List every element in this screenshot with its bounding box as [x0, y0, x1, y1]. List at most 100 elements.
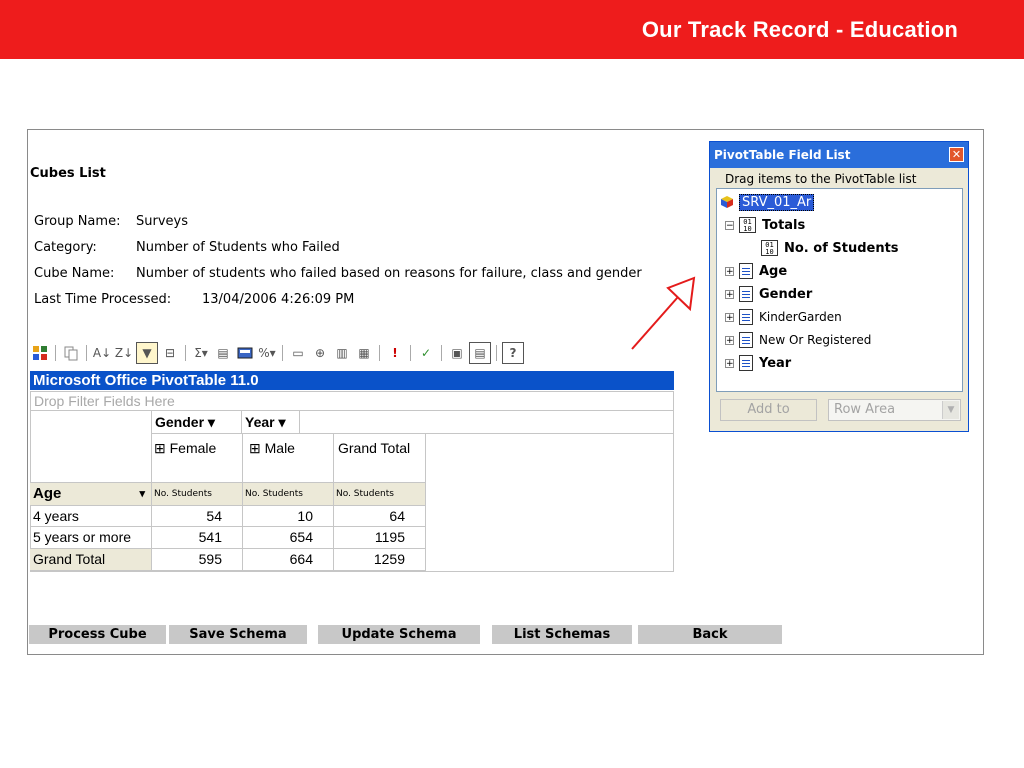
field-list-icon[interactable]: ▤ [469, 342, 491, 364]
show-top-bottom-icon[interactable]: ⊟ [160, 343, 180, 363]
commands-options-icon[interactable]: ▣ [447, 343, 467, 363]
group-label: Group Name: [34, 214, 121, 229]
age-field-label: Age [33, 485, 62, 502]
field-label-kindergarden: KinderGarden [759, 310, 842, 324]
expand-icon[interactable]: + [725, 289, 734, 299]
category-label: Category: [34, 240, 97, 255]
back-button[interactable]: Back [638, 625, 782, 644]
field-icon [739, 263, 753, 279]
help-icon[interactable]: ? [502, 342, 524, 364]
grand-total-cell: 595 [152, 549, 243, 571]
measure-header-male: No. Students [243, 483, 334, 506]
totals-label: Totals [762, 217, 806, 233]
field-label-year: Year [759, 355, 792, 371]
year-field-button[interactable]: Year ▾ [242, 411, 300, 434]
row-label[interactable]: 4 years [30, 506, 152, 527]
category-value: Number of Students who Failed [136, 240, 340, 255]
office-logo-icon[interactable] [30, 343, 50, 363]
processed-row: Last Time Processed: 13/04/2006 4:26:09 P… [34, 292, 354, 307]
field-list-hint: Drag items to the PivotTable list [725, 172, 917, 186]
category-row: Category: Number of Students who Failed [34, 240, 340, 255]
field-node-year[interactable]: + Year [725, 354, 791, 372]
measure-node[interactable]: 01 10 No. of Students [761, 239, 899, 257]
toolbar-separator [441, 345, 442, 361]
chevron-down-icon[interactable]: ▼ [942, 401, 959, 419]
cube-node[interactable]: SRV_01_Ar [720, 193, 815, 211]
show-details-icon[interactable]: ▦ [354, 343, 374, 363]
hide-details-icon[interactable]: ▥ [332, 343, 352, 363]
measure-icon: 01 10 [761, 240, 778, 256]
measure-header-female: No. Students [152, 483, 243, 506]
field-list-window: PivotTable Field List ✕ Drag items to th… [709, 141, 969, 432]
data-cell: 64 [334, 506, 426, 527]
column-drop-area [300, 411, 674, 434]
refresh-icon[interactable]: ! [385, 343, 405, 363]
copy-icon[interactable] [61, 343, 81, 363]
field-icon [739, 355, 753, 371]
toolbar-separator [86, 345, 87, 361]
collapse-icon[interactable]: ▭ [288, 343, 308, 363]
sort-descending-icon[interactable]: Z↓ [114, 343, 134, 363]
toolbar-separator [282, 345, 283, 361]
measure-header-total: No. Students [334, 483, 426, 506]
area-select[interactable]: Row Area ▼ [828, 399, 961, 421]
cube-icon [721, 196, 733, 208]
export-excel-icon[interactable]: ✓ [416, 343, 436, 363]
field-node-gender[interactable]: + Gender [725, 285, 812, 303]
expand-icon[interactable]: + [725, 335, 734, 345]
data-cell: 10 [243, 506, 334, 527]
expand-icon[interactable]: ⊕ [310, 343, 330, 363]
show-as-icon[interactable]: %▾ [257, 343, 277, 363]
field-icon [739, 332, 753, 348]
toolbar-separator [379, 345, 380, 361]
close-icon[interactable]: ✕ [949, 147, 964, 162]
subtotal-icon[interactable]: ▤ [213, 343, 233, 363]
field-node-age[interactable]: + Age [725, 262, 787, 280]
add-to-button[interactable]: Add to [720, 399, 817, 421]
autofilter-icon[interactable]: ▼ [136, 342, 158, 364]
pivot-toolbar: A↓ Z↓ ▼ ⊟ Σ▾ ▤ %▾ ▭ ⊕ ▥ ▦ ! ✓ ▣ ▤ ? [30, 341, 675, 365]
toolbar-separator [185, 345, 186, 361]
group-value: Surveys [136, 214, 188, 229]
field-node-new-or-registered[interactable]: + New Or Registered [725, 331, 871, 349]
measure-label: No. of Students [784, 240, 899, 256]
area-select-value: Row Area [834, 402, 896, 417]
calculated-totals-icon[interactable] [235, 343, 255, 363]
sort-ascending-icon[interactable]: A↓ [92, 343, 112, 363]
data-cell: 1195 [334, 527, 426, 549]
list-schemas-button[interactable]: List Schemas [492, 625, 632, 644]
collapse-icon[interactable]: − [725, 220, 734, 230]
autocalc-icon[interactable]: Σ▾ [191, 343, 211, 363]
toolbar-separator [55, 345, 56, 361]
drop-filter-area[interactable]: Drop Filter Fields Here [30, 391, 674, 411]
save-schema-button[interactable]: Save Schema [169, 625, 307, 644]
column-header-female[interactable]: ⊞ Female [152, 434, 243, 483]
expand-icon[interactable]: + [725, 312, 734, 322]
processed-value: 13/04/2006 4:26:09 PM [202, 292, 355, 307]
column-header-grand-total: Grand Total [334, 434, 426, 483]
expand-icon[interactable]: + [725, 266, 734, 276]
grand-total-row-label: Grand Total [30, 549, 152, 571]
expand-icon[interactable]: + [725, 358, 734, 368]
gender-field-button[interactable]: Gender ▾ [152, 411, 242, 434]
data-cell: 54 [152, 506, 243, 527]
group-row: Group Name: Surveys [34, 214, 188, 229]
toolbar-separator [496, 345, 497, 361]
age-field-button[interactable]: Age ▾ [30, 483, 152, 506]
row-label[interactable]: 5 years or more [30, 527, 152, 549]
field-label-age: Age [759, 263, 788, 279]
grand-total-cell: 664 [243, 549, 334, 571]
field-node-kindergarden[interactable]: + KinderGarden [725, 308, 842, 326]
totals-node[interactable]: − 01 10 Totals [725, 216, 805, 234]
field-icon [739, 309, 753, 325]
measure-icon: 01 10 [739, 217, 756, 233]
dropdown-arrow-icon[interactable]: ▾ [139, 483, 145, 505]
update-schema-button[interactable]: Update Schema [318, 625, 480, 644]
process-cube-button[interactable]: Process Cube [29, 625, 166, 644]
field-label-new-or-registered: New Or Registered [759, 333, 872, 347]
column-header-male[interactable]: ⊞ Male [243, 434, 334, 483]
field-icon [739, 286, 753, 302]
title-banner: Our Track Record - Education [0, 0, 1024, 59]
cube-row: Cube Name: Number of students who failed … [34, 266, 642, 281]
slide-title: Our Track Record - Education [641, 17, 958, 42]
